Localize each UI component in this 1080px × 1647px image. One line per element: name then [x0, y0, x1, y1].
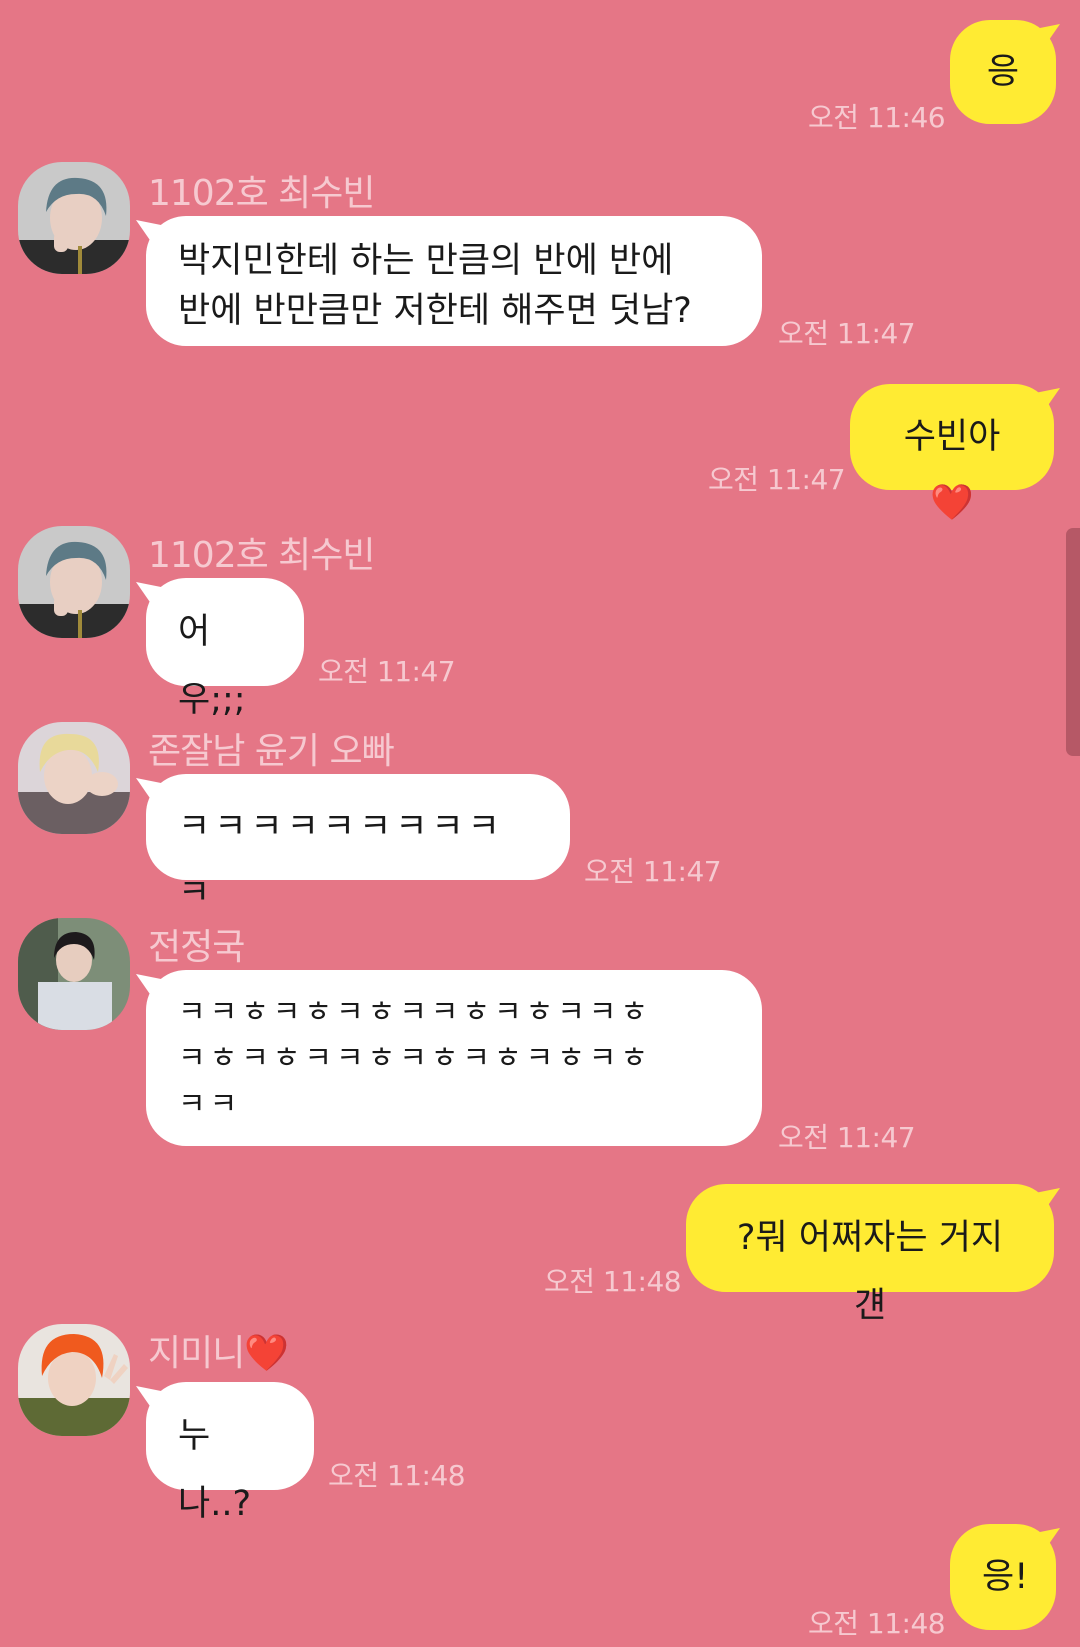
profile-photo-icon: [18, 526, 130, 638]
message-incoming: 존잘남 윤기 오빠 ㅋㅋㅋㅋㅋㅋㅋㅋㅋㅋ 오전 11:47: [0, 718, 1080, 913]
message-time: 오전 11:48: [544, 1265, 682, 1298]
jungkook-avatar[interactable]: [18, 918, 130, 1030]
message-incoming: 지미니❤️ 누나..? 오전 11:48: [0, 1320, 1080, 1524]
yoongi-avatar[interactable]: [18, 722, 130, 834]
bubble-tail: [1030, 388, 1060, 414]
message-bubble-incoming[interactable]: 누나..?: [146, 1382, 314, 1524]
bubble-tail: [136, 582, 166, 608]
message-outgoing: 오전 11:48 ?뭐 어쩌자는 거지 걘: [0, 1184, 1080, 1326]
bubble-tail: [136, 974, 166, 1000]
message-bubble-incoming[interactable]: ㅋㅋㅋㅋㅋㅋㅋㅋㅋㅋ: [146, 774, 570, 913]
sender-name: 1102호 최수빈: [148, 535, 376, 576]
message-time: 오전 11:47: [778, 317, 916, 350]
bubble-tail: [136, 220, 166, 246]
message-bubble-incoming[interactable]: 박지민한테 하는 만큼의 반에 반에 반에 반만큼만 저한테 해주면 덧남?: [146, 216, 762, 346]
bubble-tail: [1030, 24, 1060, 50]
profile-photo-icon: [18, 162, 130, 274]
message-bubble-incoming[interactable]: ㅋㅋㅎㅋㅎㅋㅎㅋㅋㅎㅋㅎㅋㅋㅎ ㅋㅎㅋㅎㅋㅋㅎㅋㅎㅋㅎㅋㅎㅋㅎ ㅋㅋ: [146, 970, 762, 1146]
profile-photo-icon: [18, 918, 130, 1030]
bubble-tail: [136, 778, 166, 804]
message-incoming: 전정국 ㅋㅋㅎㅋㅎㅋㅎㅋㅋㅎㅋㅎㅋㅋㅎ ㅋㅎㅋㅎㅋㅋㅎㅋㅎㅋㅎㅋㅎㅋㅎ ㅋㅋ 오…: [0, 914, 1080, 1154]
message-incoming: 1102호 최수빈 박지민한테 하는 만큼의 반에 반에 반에 반만큼만 저한테…: [0, 160, 1080, 350]
message-time: 오전 11:46: [808, 101, 946, 134]
message-time: 오전 11:47: [318, 655, 456, 688]
soobin-avatar[interactable]: [18, 526, 130, 638]
message-outgoing: 오전 11:47 수빈아❤️: [0, 384, 1080, 523]
bubble-tail: [1030, 1188, 1060, 1214]
message-time: 오전 11:48: [328, 1459, 466, 1492]
message-bubble-outgoing[interactable]: 수빈아❤️: [850, 384, 1054, 523]
message-bubble-incoming[interactable]: 어우;;;: [146, 578, 304, 720]
profile-photo-icon: [18, 722, 130, 834]
sender-name: 존잘남 윤기 오빠: [148, 731, 395, 772]
chat-room[interactable]: 오전 11:46 응 1102호 최수빈 박지민한테 하는 만큼의 반에 반에 …: [0, 0, 1080, 1647]
message-bubble-outgoing[interactable]: ?뭐 어쩌자는 거지 걘: [686, 1184, 1054, 1326]
scrollbar-thumb[interactable]: [1066, 528, 1080, 756]
message-incoming: 1102호 최수빈 어우;;; 오전 11:47: [0, 522, 1080, 720]
message-outgoing: 오전 11:48 응!: [0, 1524, 1080, 1640]
profile-photo-icon: [18, 1324, 130, 1436]
soobin-avatar[interactable]: [18, 162, 130, 274]
bubble-tail: [136, 1386, 166, 1412]
message-outgoing: 오전 11:46 응: [0, 20, 1080, 134]
sender-name: 1102호 최수빈: [148, 173, 376, 214]
message-time: 오전 11:47: [708, 463, 846, 496]
message-time: 오전 11:47: [584, 855, 722, 888]
jimin-avatar[interactable]: [18, 1324, 130, 1436]
sender-name: 지미니❤️: [148, 1333, 289, 1374]
message-time: 오전 11:48: [808, 1607, 946, 1640]
message-time: 오전 11:47: [778, 1121, 916, 1154]
sender-name: 전정국: [148, 927, 245, 968]
bubble-tail: [1030, 1528, 1060, 1554]
